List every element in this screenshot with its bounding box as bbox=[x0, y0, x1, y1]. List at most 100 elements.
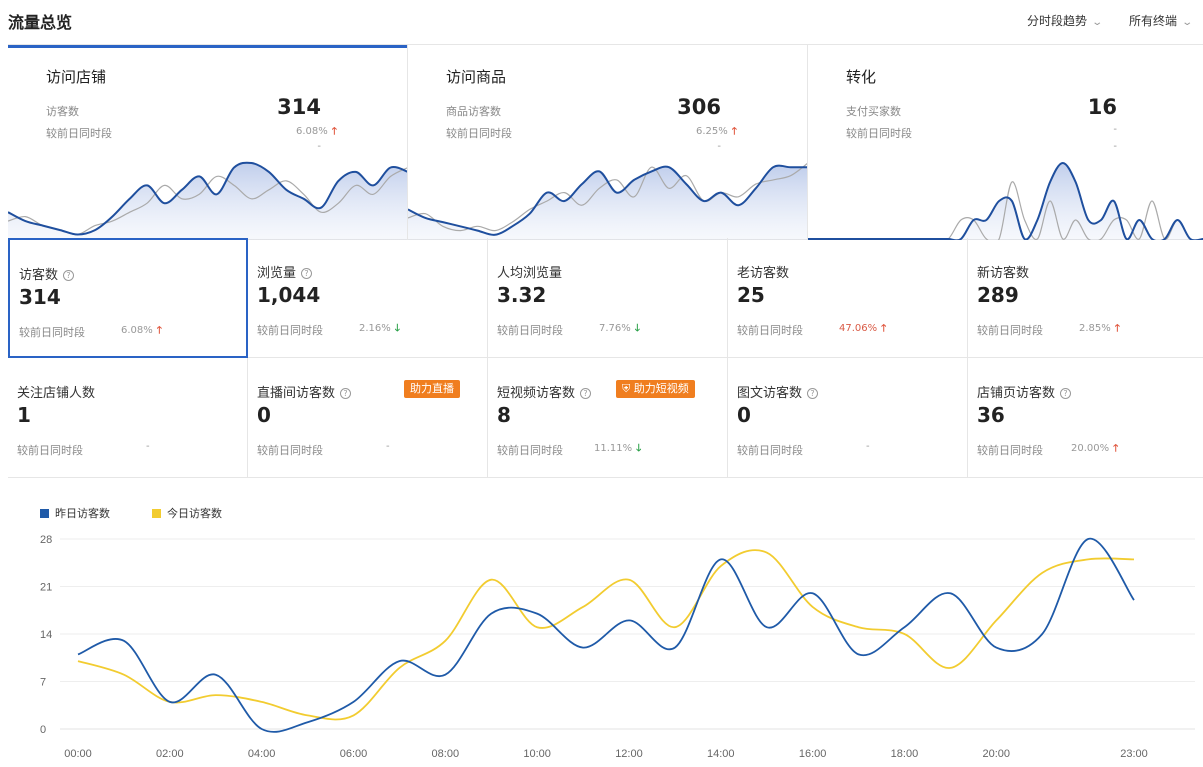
metric-visitors[interactable]: 访客数? 314 较前日同时段 6.08% 🡑 bbox=[8, 238, 248, 358]
metric-change-value: - bbox=[386, 441, 390, 452]
page-header: 流量总览 分时段趋势 ⌄ 所有终端 ⌄ bbox=[0, 0, 1203, 40]
funnel-change-value: 6.25% bbox=[696, 126, 728, 137]
metric-label-text: 店铺页访客数 bbox=[977, 386, 1056, 401]
metric-change: 20.00% 🡑 bbox=[1071, 441, 1118, 458]
funnel-change-value: - bbox=[1113, 124, 1117, 135]
funnel-extra: - bbox=[1113, 141, 1117, 152]
metric-label: 老访客数 bbox=[737, 262, 789, 281]
metric-label: 访客数? bbox=[19, 264, 75, 283]
metric-store-followers[interactable]: 关注店铺人数 1 较前日同时段 - bbox=[8, 358, 248, 478]
y-tick-label: 28 bbox=[40, 534, 52, 546]
metric-compare-label: 较前日同时段 bbox=[737, 324, 803, 337]
terminal-dropdown[interactable]: 所有终端 ⌄ bbox=[1129, 12, 1194, 29]
metric-change-value: 11.11% bbox=[594, 443, 633, 454]
mini-trend-chart bbox=[408, 163, 807, 240]
legend-label: 昨日访客数 bbox=[55, 507, 110, 520]
metric-change: 11.11% 🡓 bbox=[594, 441, 641, 458]
metric-change-value: 47.06% bbox=[839, 323, 878, 334]
x-tick-label: 06:00 bbox=[340, 748, 368, 760]
metric-label-text: 短视频访客数 bbox=[497, 386, 576, 401]
shield-icon: ⛨ bbox=[622, 382, 634, 395]
chevron-down-icon: ⌄ bbox=[1181, 17, 1194, 28]
metric-change: - bbox=[146, 441, 150, 452]
metric-value: 314 bbox=[19, 285, 61, 309]
legend-yesterday[interactable]: 昨日访客数 bbox=[40, 505, 110, 521]
arrow-up-icon: 🡑 bbox=[1113, 443, 1119, 454]
metric-compare-label: 较前日同时段 bbox=[19, 326, 85, 339]
trend-mode-label: 分时段趋势 bbox=[1027, 14, 1088, 28]
metric-compare-label: 较前日同时段 bbox=[257, 324, 323, 337]
metric-change: - bbox=[386, 441, 390, 452]
x-tick-label: 23:00 bbox=[1120, 748, 1148, 760]
metric-label: 店铺页访客数? bbox=[977, 382, 1072, 401]
x-tick-label: 16:00 bbox=[799, 748, 827, 760]
funnel-change: - bbox=[1113, 124, 1117, 135]
boost-short-video-button[interactable]: ⛨ 助力短视频 bbox=[616, 380, 695, 398]
arrow-up-icon: 🡑 bbox=[731, 126, 737, 137]
metric-store-page-visitors[interactable]: 店铺页访客数? 36 较前日同时段 20.00% 🡑 bbox=[968, 358, 1203, 478]
metric-short-video-visitors[interactable]: 短视频访客数? 8 较前日同时段 11.11% 🡓 bbox=[488, 358, 728, 478]
metric-label-text: 访客数 bbox=[19, 268, 59, 283]
metric-new-visitors[interactable]: 新访客数 289 较前日同时段 2.85% 🡑 bbox=[968, 238, 1203, 358]
funnel-change-value: 6.08% bbox=[296, 126, 328, 137]
metric-label: 图文访客数? bbox=[737, 382, 819, 401]
funnel-compare-label: 较前日同时段 bbox=[46, 127, 112, 140]
metric-change-value: 20.00% bbox=[1071, 443, 1110, 454]
metric-compare-label: 较前日同时段 bbox=[497, 444, 563, 457]
metric-live-visitors[interactable]: 直播间访客数? 0 较前日同时段 - bbox=[248, 358, 488, 478]
help-icon[interactable]: ? bbox=[580, 388, 592, 399]
funnel-card-store-visits[interactable]: 访问店铺 访客数 314 较前日同时段 6.08% 🡑 - bbox=[8, 45, 408, 240]
help-icon[interactable]: ? bbox=[301, 268, 313, 279]
funnel-card-conversion[interactable]: 转化 支付买家数 16 较前日同时段 - - bbox=[808, 45, 1203, 240]
arrow-down-icon: 🡓 bbox=[636, 443, 642, 454]
metric-compare-label: 较前日同时段 bbox=[257, 444, 323, 457]
chevron-down-icon: ⌄ bbox=[1091, 17, 1104, 28]
x-tick-label: 08:00 bbox=[432, 748, 460, 760]
funnel-metric-label: 支付买家数 bbox=[846, 105, 901, 118]
metric-compare-label: 较前日同时段 bbox=[977, 444, 1043, 457]
metric-change-value: 7.76% bbox=[599, 323, 631, 334]
funnel-title: 访问商品 bbox=[446, 68, 507, 86]
metric-change: 2.85% 🡑 bbox=[1079, 321, 1120, 338]
help-icon[interactable]: ? bbox=[807, 388, 819, 399]
trend-mode-dropdown[interactable]: 分时段趋势 ⌄ bbox=[1027, 12, 1104, 29]
legend-today[interactable]: 今日访客数 bbox=[152, 505, 222, 521]
metrics-grid: 访客数? 314 较前日同时段 6.08% 🡑 浏览量? 1,044 较前日同时段… bbox=[8, 238, 1203, 478]
x-tick-label: 00:00 bbox=[64, 748, 92, 760]
metric-value: 25 bbox=[737, 283, 765, 307]
help-icon[interactable]: ? bbox=[63, 270, 75, 281]
metric-value: 289 bbox=[977, 283, 1019, 307]
metric-returning-visitors[interactable]: 老访客数 25 较前日同时段 47.06% 🡑 bbox=[728, 238, 968, 358]
metric-avg-pageviews[interactable]: 人均浏览量 3.32 较前日同时段 7.76% 🡓 bbox=[488, 238, 728, 358]
series-line[interactable] bbox=[77, 538, 1135, 733]
metric-change-value: 2.85% bbox=[1079, 323, 1111, 334]
metric-label: 短视频访客数? bbox=[497, 382, 592, 401]
boost-live-button[interactable]: 助力直播 bbox=[404, 380, 460, 398]
funnel-title: 访问店铺 bbox=[46, 68, 107, 86]
metric-change: - bbox=[866, 441, 870, 452]
metric-label-text: 浏览量 bbox=[257, 266, 297, 281]
mini-trend-chart bbox=[8, 161, 407, 240]
mini-trend-chart bbox=[808, 161, 1203, 240]
funnel-extra: - bbox=[717, 141, 721, 152]
metric-value: 36 bbox=[977, 403, 1005, 427]
boost-short-video-label: 助力短视频 bbox=[633, 382, 689, 395]
metric-label: 新访客数 bbox=[977, 262, 1029, 281]
funnel-change: 6.08% 🡑 bbox=[296, 124, 337, 141]
funnel-value: 16 bbox=[1087, 95, 1117, 119]
help-icon[interactable]: ? bbox=[340, 388, 352, 399]
metric-change: 2.16% 🡓 bbox=[359, 321, 400, 338]
help-icon[interactable]: ? bbox=[1060, 388, 1072, 399]
metric-change: 7.76% 🡓 bbox=[599, 321, 640, 338]
metric-image-text-visitors[interactable]: 图文访客数? 0 较前日同时段 - bbox=[728, 358, 968, 478]
metric-label-text: 直播间访客数 bbox=[257, 386, 336, 401]
funnel-card-product-visits[interactable]: 访问商品 商品访客数 306 较前日同时段 6.25% 🡑 - bbox=[408, 45, 808, 240]
metric-label: 浏览量? bbox=[257, 262, 313, 281]
metric-value: 8 bbox=[497, 403, 511, 427]
funnel-change: 6.25% 🡑 bbox=[696, 124, 737, 141]
metric-change-value: 6.08% bbox=[121, 325, 153, 336]
funnel-compare-label: 较前日同时段 bbox=[846, 127, 912, 140]
metric-pageviews[interactable]: 浏览量? 1,044 较前日同时段 2.16% 🡓 bbox=[248, 238, 488, 358]
funnel-metric-label: 商品访客数 bbox=[446, 105, 501, 118]
funnel-metric-label: 访客数 bbox=[46, 105, 79, 118]
